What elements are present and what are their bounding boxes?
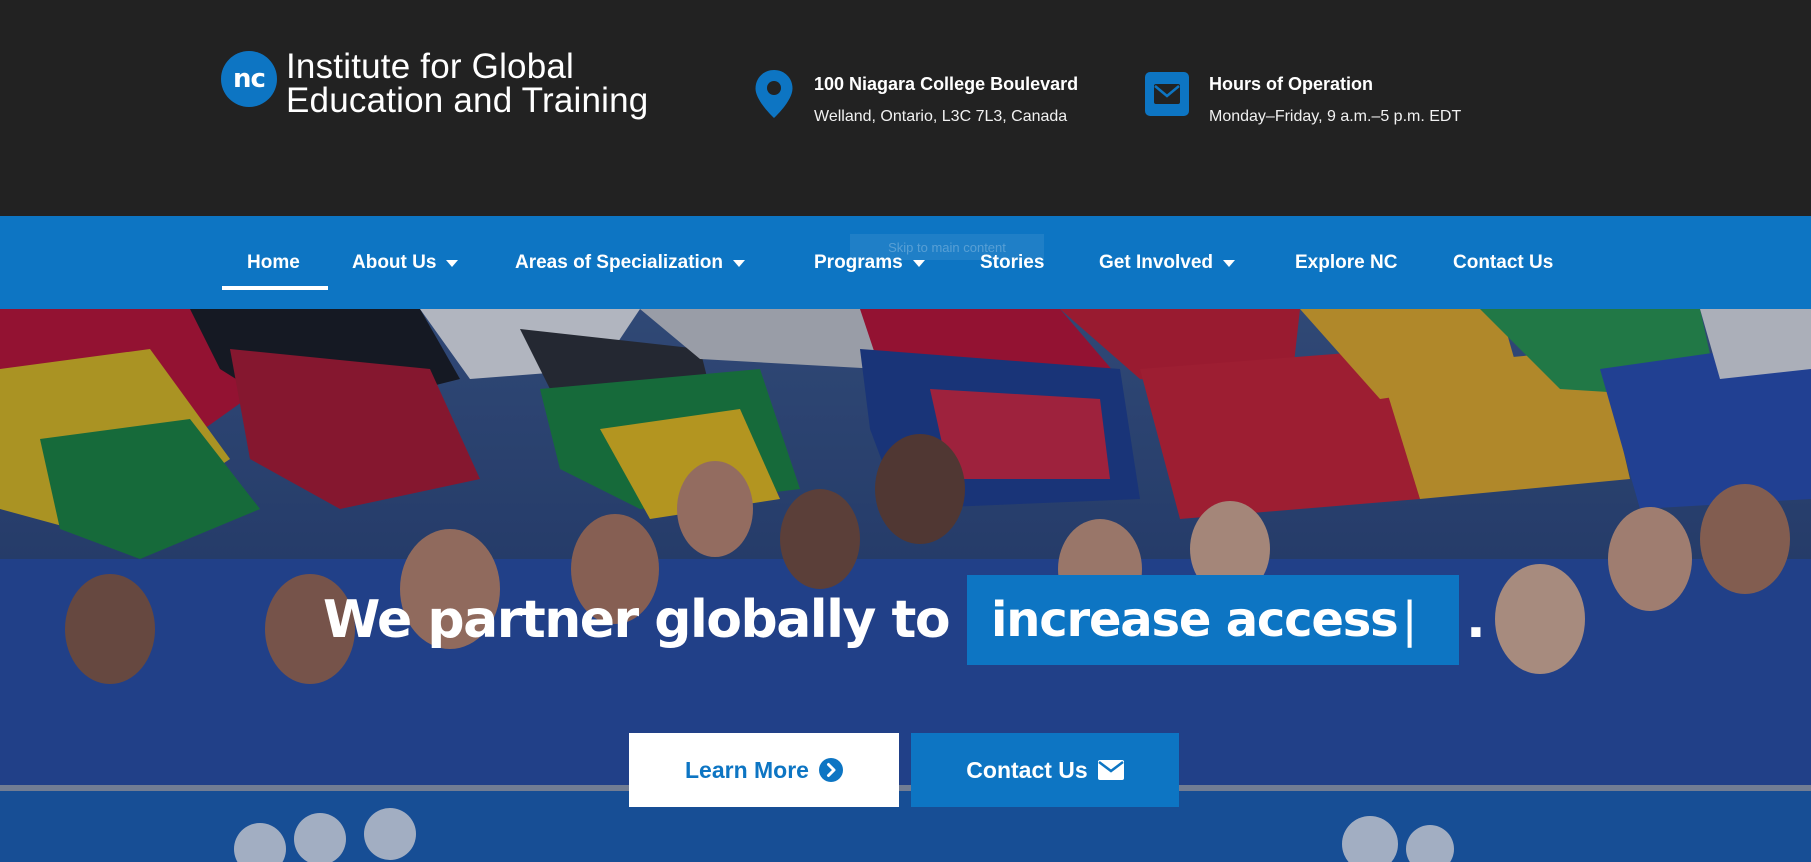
nav-item-label: Explore NC bbox=[1295, 251, 1398, 273]
hours-subtitle: Monday–Friday, 9 a.m.–5 p.m. EDT bbox=[1209, 108, 1462, 125]
site-header: nc Institute for Global Education and Tr… bbox=[0, 0, 1811, 216]
typing-cursor: | bbox=[1401, 592, 1418, 648]
active-nav-indicator bbox=[222, 286, 328, 290]
nav-item-label: Areas of Specialization bbox=[515, 251, 724, 273]
site-title-line1: Institute for Global bbox=[286, 47, 575, 86]
hours-block: Hours of Operation Monday–Friday, 9 a.m.… bbox=[1145, 70, 1461, 128]
hours-title: Hours of Operation bbox=[1209, 74, 1374, 94]
site-logo-link[interactable]: nc Institute for Global Education and Tr… bbox=[221, 47, 649, 120]
address-block: 100 Niagara College Boulevard Welland, O… bbox=[752, 70, 1078, 128]
nav-item-explore-nc[interactable]: Explore NC bbox=[1295, 216, 1397, 309]
nav-item-stories[interactable]: Stories bbox=[980, 216, 1044, 309]
rotating-phrase: increase access bbox=[991, 592, 1399, 648]
nav-item-label: Home bbox=[247, 251, 300, 273]
contact-us-label: Contact Us bbox=[966, 756, 1088, 783]
nav-item-get-involved[interactable]: Get Involved bbox=[1099, 216, 1236, 309]
caret-down-icon bbox=[1223, 260, 1236, 267]
envelope-icon bbox=[1145, 70, 1189, 118]
caret-down-icon bbox=[912, 260, 925, 267]
nav-item-programs[interactable]: Programs bbox=[814, 216, 925, 309]
nc-logo-badge: nc bbox=[221, 51, 277, 107]
nav-item-about-us[interactable]: About Us bbox=[352, 216, 459, 309]
nav-item-label: Stories bbox=[980, 251, 1045, 273]
learn-more-button[interactable]: Learn More bbox=[629, 733, 899, 807]
site-title-line2: Education and Training bbox=[286, 81, 649, 120]
contact-us-button[interactable]: Contact Us bbox=[911, 733, 1179, 807]
nav-item-label: Contact Us bbox=[1453, 251, 1554, 273]
learn-more-label: Learn More bbox=[685, 756, 809, 783]
hero-headline-period: . bbox=[1466, 590, 1486, 650]
hero-headline: We partner globally to bbox=[323, 590, 951, 650]
map-pin-icon bbox=[752, 70, 796, 118]
nav-item-areas-of-specialization[interactable]: Areas of Specialization bbox=[515, 216, 746, 309]
nav-item-label: About Us bbox=[352, 251, 437, 273]
hero-section: We partner globally to increase access | … bbox=[0, 309, 1811, 862]
hero-rotating-text: increase access | bbox=[967, 575, 1459, 665]
nav-item-label: Programs bbox=[814, 251, 903, 273]
address-subtitle: Welland, Ontario, L3C 7L3, Canada bbox=[814, 108, 1068, 125]
envelope-icon bbox=[1097, 760, 1124, 780]
caret-down-icon bbox=[733, 260, 746, 267]
caret-down-icon bbox=[446, 260, 459, 267]
nav-item-contact-us[interactable]: Contact Us bbox=[1453, 216, 1553, 309]
chevron-circle-right-icon bbox=[818, 758, 843, 782]
main-nav: Skip to main content Home About Us Areas… bbox=[0, 216, 1811, 309]
address-title: 100 Niagara College Boulevard bbox=[814, 74, 1079, 94]
nav-item-home[interactable]: Home bbox=[247, 216, 300, 309]
site-title: Institute for Global Education and Train… bbox=[286, 47, 649, 120]
nav-item-label: Get Involved bbox=[1099, 251, 1214, 273]
